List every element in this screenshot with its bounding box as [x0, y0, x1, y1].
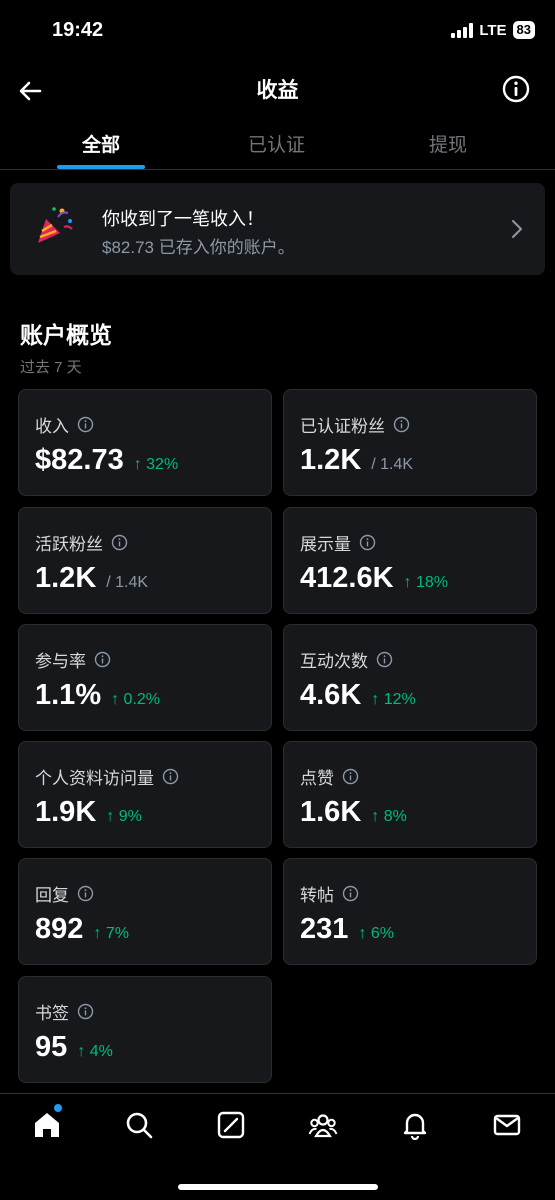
metric-change: ↑ 18%	[403, 574, 448, 591]
party-popper-icon	[38, 207, 73, 243]
metric-label: 活跃粉丝	[35, 535, 103, 554]
metric-change: ↑ 8%	[371, 808, 407, 825]
metric-change: ↑ 12%	[371, 691, 416, 708]
metric-label: 点赞	[300, 769, 334, 788]
tab-verified[interactable]: 已认证	[248, 130, 305, 157]
metric-card-active-followers[interactable]: 活跃粉丝 1.2K / 1.4K	[18, 507, 272, 614]
metric-card-bookmarks[interactable]: 书签 95 ↑ 4%	[18, 976, 272, 1083]
metric-change: ↑ 32%	[133, 456, 179, 473]
notice-subtitle: $82.73 已存入你的账户。	[102, 238, 295, 257]
metric-value: 231	[300, 913, 349, 945]
battery-icon: 83	[512, 21, 535, 39]
nav-grok[interactable]	[216, 1110, 246, 1140]
info-icon	[77, 885, 94, 902]
tab-indicator	[57, 165, 145, 169]
home-indicator[interactable]	[178, 1184, 378, 1190]
metric-label: 回复	[35, 886, 69, 905]
metric-value: 892	[35, 913, 84, 945]
metric-card-replies[interactable]: 回复 892 ↑ 7%	[18, 858, 272, 965]
metric-card-profile-visits[interactable]: 个人资料访问量 1.9K ↑ 9%	[18, 741, 272, 848]
metric-card-engagement-rate[interactable]: 参与率 1.1% ↑ 0.2%	[18, 624, 272, 731]
income-notice[interactable]: 你收到了一笔收入！ $82.73 已存入你的账户。	[10, 183, 545, 275]
metric-value: 1.2K	[300, 444, 362, 476]
metric-label: 收入	[35, 417, 69, 436]
info-icon	[342, 885, 359, 902]
metric-value: 95	[35, 1031, 68, 1063]
status-indicators: LTE 83	[451, 21, 535, 39]
metric-value: 1.9K	[35, 796, 97, 828]
info-icon	[393, 416, 410, 433]
info-icon	[359, 534, 376, 551]
tab-withdraw[interactable]: 提现	[429, 130, 467, 157]
info-button[interactable]	[501, 74, 531, 104]
nav-search[interactable]	[124, 1110, 154, 1140]
search-icon	[126, 1112, 153, 1139]
info-icon	[376, 651, 393, 668]
metric-change: ↑ 0.2%	[111, 691, 161, 708]
metric-label: 展示量	[300, 535, 351, 554]
grok-icon	[217, 1111, 245, 1139]
section-title: 账户概览	[20, 322, 112, 348]
info-icon	[94, 651, 111, 668]
nav-messages[interactable]	[492, 1110, 522, 1140]
communities-icon	[308, 1114, 338, 1138]
info-icon	[342, 768, 359, 785]
metric-card-revenue[interactable]: 收入 $82.73 ↑ 32%	[18, 389, 272, 496]
metric-value: 1.6K	[300, 796, 362, 828]
metric-value: 1.1%	[35, 679, 102, 711]
metric-value: 4.6K	[300, 679, 362, 711]
metric-card-reposts[interactable]: 转帖 231 ↑ 6%	[283, 858, 537, 965]
section-period: 过去 7 天	[20, 359, 82, 376]
tab-bar: 全部 已认证 提现	[0, 118, 555, 170]
info-icon	[162, 768, 179, 785]
home-icon	[35, 1113, 59, 1137]
metric-card-engagements[interactable]: 互动次数 4.6K ↑ 12%	[283, 624, 537, 731]
nav-home[interactable]	[32, 1110, 62, 1140]
metric-label: 已认证粉丝	[300, 417, 385, 436]
metric-card-verified-followers[interactable]: 已认证粉丝 1.2K / 1.4K	[283, 389, 537, 496]
metric-value: 412.6K	[300, 562, 394, 594]
status-bar: 19:42 LTE 83	[0, 0, 555, 62]
metric-label: 转帖	[300, 886, 334, 905]
info-icon	[111, 534, 128, 551]
metric-card-likes[interactable]: 点赞 1.6K ↑ 8%	[283, 741, 537, 848]
notice-title: 你收到了一笔收入！	[102, 209, 264, 229]
metric-change: ↑ 7%	[93, 925, 129, 942]
metric-value: 1.2K	[35, 562, 97, 594]
metric-total: / 1.4K	[371, 456, 414, 473]
metric-label: 互动次数	[300, 652, 368, 671]
nav-notifications[interactable]	[400, 1110, 430, 1141]
notifications-icon	[403, 1113, 427, 1141]
messages-icon	[493, 1114, 521, 1136]
metric-change: ↑ 4%	[77, 1043, 113, 1060]
page-title: 收益	[256, 79, 299, 102]
status-time: 19:42	[52, 19, 104, 41]
info-icon	[77, 1003, 94, 1020]
network-type: LTE	[479, 21, 507, 39]
home-badge-dot	[54, 1104, 62, 1112]
metric-label: 参与率	[35, 652, 86, 671]
signal-icon	[451, 22, 474, 38]
metric-change: ↑ 9%	[106, 808, 142, 825]
metric-value: $82.73	[35, 444, 124, 476]
metric-card-impressions[interactable]: 展示量 412.6K ↑ 18%	[283, 507, 537, 614]
metric-change: ↑ 6%	[358, 925, 394, 942]
metric-label: 书签	[35, 1004, 69, 1023]
header: 收益	[0, 62, 555, 118]
metric-label: 个人资料访问量	[35, 769, 154, 788]
info-icon	[77, 416, 94, 433]
nav-communities[interactable]	[308, 1110, 338, 1140]
metric-total: / 1.4K	[106, 574, 149, 591]
info-circle-icon	[502, 75, 530, 103]
tab-all[interactable]: 全部	[82, 130, 120, 157]
chevron-right-icon	[512, 220, 522, 238]
